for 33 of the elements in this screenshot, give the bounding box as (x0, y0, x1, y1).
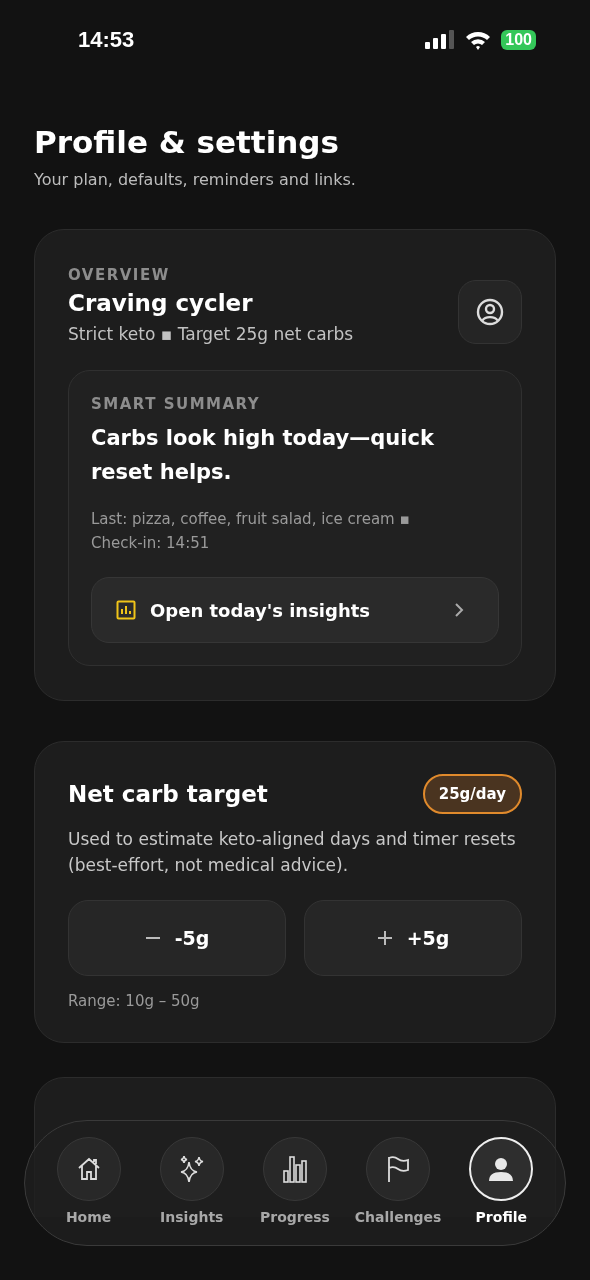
tab-bar-item[interactable]: Challenges (350, 1137, 447, 1225)
summary-headline: Carbs look high today—quick reset helps. (91, 425, 435, 486)
profile-name: Craving cycler (68, 290, 254, 316)
profile-button[interactable] (458, 280, 522, 344)
person-icon (488, 1156, 515, 1182)
bar-chart-icon (116, 600, 136, 620)
target-badge: 25g/day (422, 774, 522, 814)
increase-button[interactable]: +5g (304, 900, 522, 976)
bar-chart-icon (281, 1155, 308, 1183)
tab-bar-item[interactable]: Profile (453, 1137, 550, 1225)
tab-bar-item[interactable]: Home (40, 1137, 137, 1225)
tab-bar-item[interactable]: Insights (143, 1137, 240, 1225)
plan-summary: Strict keto ▪ Target 25g net carbs (68, 324, 354, 344)
flag-icon (386, 1155, 411, 1183)
section-label: OVERVIEW (68, 266, 171, 284)
insights-button[interactable]: Open today's insights (91, 577, 499, 643)
card-title: Net carb target (68, 781, 268, 807)
section-label: SMART SUMMARY (91, 395, 262, 413)
card-description: Used to estimate keto-aligned days and timer resets (best-effort, not medical advice). (68, 828, 517, 877)
minus-icon (144, 937, 161, 939)
range-note: Range: 10g – 50g (68, 992, 201, 1010)
chevron-right-icon (454, 602, 464, 618)
status-time: 14:53 (78, 27, 135, 53)
page-subtitle: Your plan, defaults, reminders and links. (34, 170, 357, 189)
plus-icon (376, 930, 393, 946)
user-circle-icon (476, 298, 504, 326)
decrease-button[interactable]: -5g (68, 900, 286, 976)
page-title: Profile & settings (34, 124, 340, 160)
signal-icon (425, 30, 456, 50)
battery-level: 100 (501, 30, 536, 50)
tab-bar-item[interactable]: Progress (246, 1137, 343, 1225)
wifi-icon (465, 30, 492, 50)
summary-details: Last: pizza, coffee, fruit salad, ice cream ▪ Check-in: 14:51 (91, 509, 411, 554)
